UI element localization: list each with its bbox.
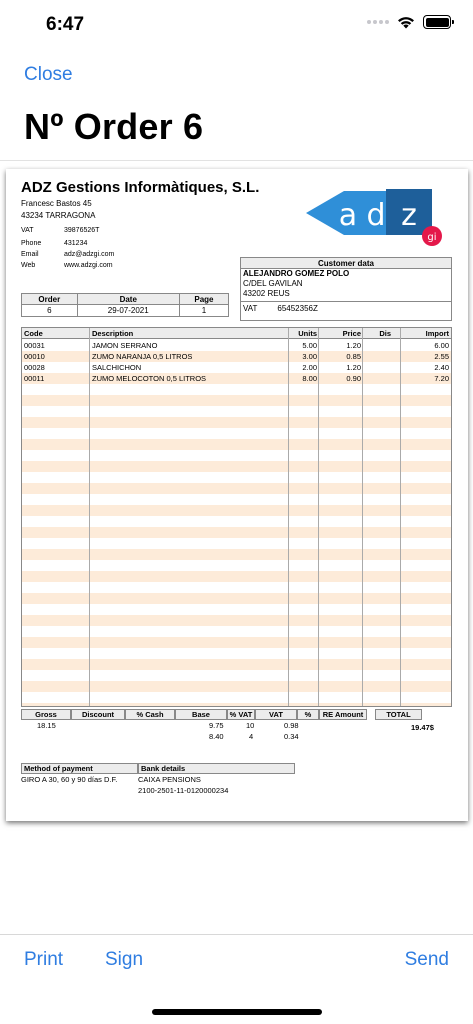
svg-text:a: a <box>339 198 357 233</box>
table-row: 00010 ZUMO NARANJA 0,5 LITROS 3.00 0.85 2.55 <box>22 351 451 362</box>
item-units: 2.00 <box>302 363 317 372</box>
page-number: 1 <box>178 304 230 317</box>
customer-vat: VAT 65452356Z <box>241 301 451 315</box>
status-bar: 6:47 <box>0 0 473 50</box>
home-indicator <box>152 1009 322 1015</box>
base-header: Base <box>175 709 227 720</box>
payment-table: Method of payment Bank details GIRO A 30… <box>21 763 295 798</box>
item-import: 6.00 <box>434 341 449 350</box>
cellular-signal-icon <box>367 20 389 24</box>
item-price: 0.90 <box>346 374 361 383</box>
totals-table: Gross Discount % Cash Base % VAT VAT % R… <box>21 709 452 746</box>
item-units: 3.00 <box>302 352 317 361</box>
status-time: 6:47 <box>46 14 85 35</box>
discount-header: Discount <box>71 709 125 720</box>
items-table: Code Description Units Price Dis Import … <box>21 327 452 707</box>
gross-header: Gross <box>21 709 71 720</box>
item-description: JAMON SERRANO <box>92 341 158 350</box>
units-header: Units <box>298 329 317 338</box>
table-row: 00011 ZUMO MELOCOTON 0,5 LITROS 8.00 0.90 7.… <box>22 373 451 384</box>
order-info-table: Order Date Page 6 29-07-2021 1 <box>21 293 230 317</box>
item-import: 7.20 <box>434 374 449 383</box>
close-button[interactable]: Close <box>24 64 73 86</box>
send-button[interactable]: Send <box>405 949 449 971</box>
payment-method: GIRO A 30, 60 y 90 días D.F. <box>21 775 118 784</box>
vat-header: VAT <box>255 709 297 720</box>
company-vat: VAT 39876526T <box>21 227 100 234</box>
vat-pct-value-2: 4 <box>249 732 254 741</box>
description-header: Description <box>92 329 134 338</box>
re-amount-header: RE Amount <box>319 709 367 720</box>
item-import: 2.55 <box>434 352 449 361</box>
order-date: 29-07-2021 <box>76 304 180 317</box>
customer-data-box: Customer data ALEJANDRO GOMEZ POLO C/DEL… <box>240 257 452 321</box>
order-number: 6 <box>21 304 78 317</box>
wifi-icon <box>398 16 414 28</box>
print-button[interactable]: Print <box>24 949 63 971</box>
item-price: 0.85 <box>346 352 361 361</box>
company-street: Francesc Bastos 45 <box>21 199 92 208</box>
sign-button[interactable]: Sign <box>105 949 143 971</box>
item-description: ZUMO NARANJA 0,5 LITROS <box>92 352 193 361</box>
company-logo: a d z gi <box>306 189 442 246</box>
item-units: 8.00 <box>302 374 317 383</box>
items-header: Code Description Units Price Dis Import <box>22 328 451 339</box>
order-header: Order <box>21 293 78 305</box>
cash-pct-header: % Cash <box>125 709 175 720</box>
bottom-toolbar: Print Sign Send <box>0 934 473 1024</box>
vat-pct-header: % VAT <box>227 709 255 720</box>
item-units: 5.00 <box>302 341 317 350</box>
company-email: Email adz@adzgi.com <box>21 251 115 258</box>
bank-account: 2100-2501-11-0120000234 <box>138 786 229 795</box>
status-icons <box>367 15 454 29</box>
customer-street: C/DEL GAVILAN <box>243 279 303 288</box>
company-city: 43234 TARRAGONA <box>21 211 96 220</box>
re-pct-header: % <box>297 709 319 720</box>
customer-data-title: Customer data <box>241 258 451 269</box>
date-header: Date <box>76 293 180 305</box>
item-code: 00011 <box>24 374 45 383</box>
company-name: ADZ Gestions Informàtiques, S.L. <box>21 179 260 196</box>
bank-details-header: Bank details <box>138 763 295 774</box>
price-header: Price <box>342 329 361 338</box>
page-title: Nº Order 6 <box>24 106 204 147</box>
order-document: ADZ Gestions Informàtiques, S.L. Frances… <box>6 169 468 821</box>
item-price: 1.20 <box>346 363 361 372</box>
item-code: 00031 <box>24 341 45 350</box>
company-phone: Phone 431234 <box>21 240 88 247</box>
vat-value-1: 0.98 <box>284 721 299 730</box>
total-value: 19.47$ <box>411 723 434 732</box>
item-description: ZUMO MELOCOTON 0,5 LITROS <box>92 374 207 383</box>
item-code: 00010 <box>24 352 45 361</box>
item-import: 2.40 <box>434 363 449 372</box>
payment-method-header: Method of payment <box>21 763 138 774</box>
total-header: TOTAL <box>375 709 422 720</box>
svg-text:d: d <box>366 198 385 233</box>
svg-text:gi: gi <box>427 232 436 243</box>
base-value-1: 9.75 <box>209 721 224 730</box>
customer-name: ALEJANDRO GOMEZ POLO <box>243 269 350 278</box>
base-value-2: 8.40 <box>209 732 224 741</box>
table-row: 00031 JAMON SERRANO 5.00 1.20 6.00 <box>22 340 451 351</box>
bank-name: CAIXA PENSIONS <box>138 775 201 784</box>
gross-value: 18.15 <box>37 721 56 730</box>
item-description: SALCHICHON <box>92 363 142 372</box>
vat-pct-value-1: 10 <box>246 721 255 730</box>
svg-text:z: z <box>401 198 417 233</box>
code-header: Code <box>24 329 43 338</box>
battery-icon <box>423 15 454 29</box>
company-web: Web www.adzgi.com <box>21 262 113 269</box>
document-viewer[interactable]: ADZ Gestions Informàtiques, S.L. Frances… <box>0 160 473 934</box>
item-code: 00028 <box>24 363 45 372</box>
import-header: Import <box>425 329 449 338</box>
dis-header: Dis <box>379 329 391 338</box>
table-row: 00028 SALCHICHON 2.00 1.20 2.40 <box>22 362 451 373</box>
vat-value-2: 0.34 <box>284 732 299 741</box>
customer-city: 43202 REUS <box>243 289 290 298</box>
item-price: 1.20 <box>346 341 361 350</box>
page-header: Page <box>178 293 230 305</box>
